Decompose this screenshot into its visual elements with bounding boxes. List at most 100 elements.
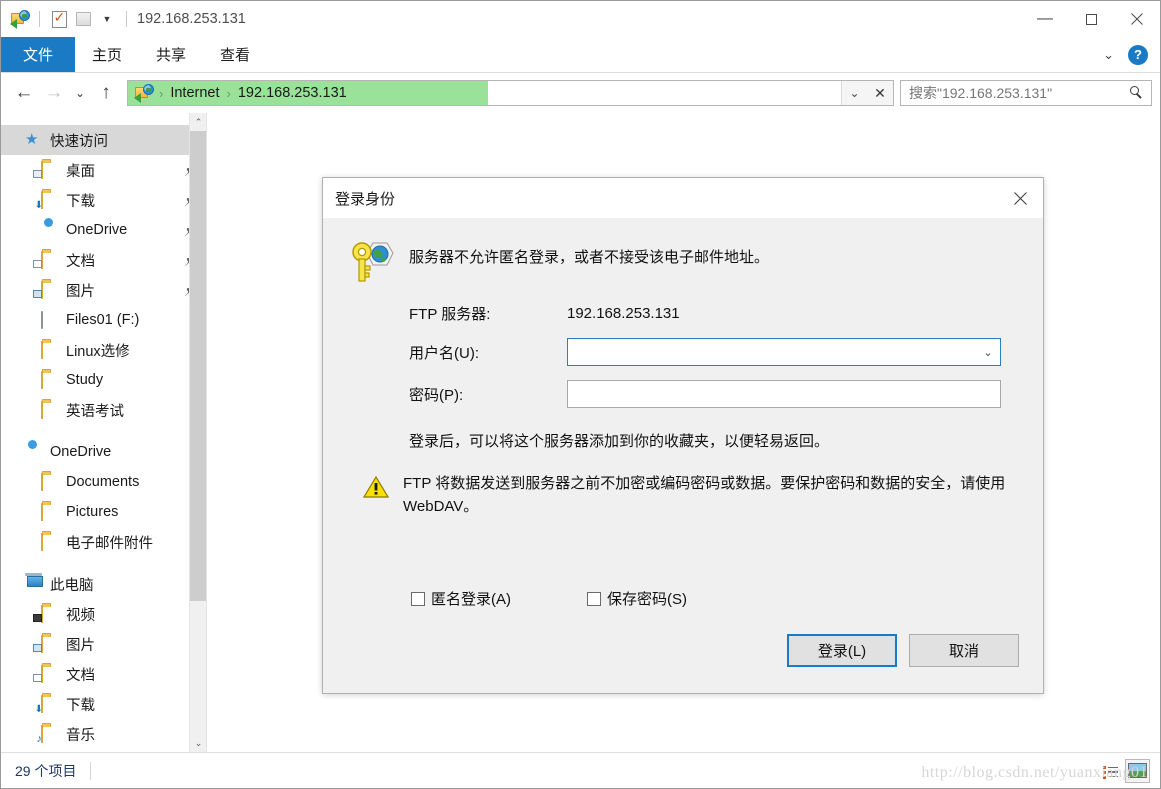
sidebar-item-2[interactable]: 下载📌 bbox=[1, 185, 206, 215]
sidebar-item-label: 电子邮件附件 bbox=[66, 535, 153, 552]
dialog-title: 登录身份 bbox=[335, 190, 396, 208]
sidebar-item-12[interactable]: Pictures bbox=[1, 497, 206, 527]
sidebar-item-17[interactable]: 文档 bbox=[1, 659, 206, 689]
sidebar-item-label: OneDrive bbox=[66, 222, 128, 238]
sidebar-list: ★ 快速访问桌面📌下载📌OneDrive📌文档📌图片📌 Files01 (F:) Li… bbox=[1, 125, 206, 749]
sidebar-item-0[interactable]: ★ 快速访问 bbox=[1, 125, 206, 155]
scroll-down-icon[interactable]: ⌄ bbox=[190, 734, 206, 752]
sidebar-item-16[interactable]: 图片 bbox=[1, 629, 206, 659]
checkbox-box[interactable] bbox=[587, 591, 601, 606]
scrollbar-thumb[interactable] bbox=[190, 131, 206, 601]
maximize-button[interactable] bbox=[1068, 1, 1114, 37]
anonymous-login-checkbox[interactable]: 匿名登录(A) bbox=[347, 588, 587, 609]
cancel-button[interactable]: 取消 bbox=[909, 634, 1019, 667]
help-icon[interactable]: ? bbox=[1128, 44, 1148, 65]
sidebar-scrollbar[interactable]: ⌃ ⌄ bbox=[189, 113, 206, 752]
folder-icon bbox=[41, 401, 59, 419]
scroll-up-icon[interactable]: ⌃ bbox=[190, 113, 206, 131]
server-value: 192.168.253.131 bbox=[567, 305, 680, 322]
address-dropdown-icon[interactable]: ⌄ bbox=[841, 81, 867, 105]
ribbon-tabs: 文件 主页 共享 查看 ⌄ ? bbox=[1, 37, 1160, 73]
new-folder-icon[interactable] bbox=[72, 8, 94, 30]
sidebar-item-7[interactable]: Linux选修 bbox=[1, 335, 206, 365]
details-view-icon[interactable] bbox=[1098, 759, 1123, 783]
breadcrumb-item-host[interactable]: 192.168.253.131 bbox=[235, 85, 350, 101]
sidebar-item-label: 音乐 bbox=[66, 727, 95, 744]
sidebar-item-label: 文档 bbox=[66, 667, 95, 684]
username-combobox[interactable]: ⌄ bbox=[567, 338, 1001, 366]
customize-dropdown-icon[interactable]: ▼ bbox=[96, 8, 118, 30]
window-title: 192.168.253.131 bbox=[137, 11, 246, 27]
sidebar-item-6[interactable]: Files01 (F:) bbox=[1, 305, 206, 335]
save-password-checkbox[interactable]: 保存密码(S) bbox=[587, 588, 687, 609]
password-row: 密码(P): bbox=[347, 380, 1019, 408]
up-button[interactable]: ↑ bbox=[91, 78, 121, 108]
folder-icon bbox=[41, 503, 59, 521]
sidebar-item-9[interactable]: 英语考试 bbox=[1, 395, 206, 425]
navigation-bar: ← → ⌄ ↑ › Internet › 192.168.253.131 ⌄ ✕… bbox=[1, 73, 1160, 113]
warning-triangle-icon bbox=[362, 475, 390, 499]
search-box[interactable]: 搜索"192.168.253.131" bbox=[900, 80, 1152, 106]
search-icon[interactable] bbox=[1129, 85, 1145, 101]
checkbox-box[interactable] bbox=[411, 591, 425, 606]
view-mode-buttons bbox=[1098, 758, 1160, 783]
divider bbox=[90, 761, 92, 780]
username-label: 用户名(U): bbox=[409, 344, 479, 362]
sidebar-item-label: 视频 bbox=[66, 607, 95, 624]
dialog-message-row: 服务器不允许匿名登录，或者不接受该电子邮件地址。 bbox=[347, 237, 1019, 285]
login-button[interactable]: 登录(L) bbox=[787, 634, 897, 667]
server-row: FTP 服务器: 192.168.253.131 bbox=[347, 303, 1019, 324]
cloud-icon bbox=[25, 444, 43, 460]
divider bbox=[39, 11, 40, 27]
password-field[interactable] bbox=[567, 380, 1001, 408]
folder-pictures-icon bbox=[33, 281, 59, 299]
sidebar-item-label: 桌面 bbox=[66, 163, 95, 180]
folder-download-icon bbox=[35, 695, 59, 715]
sidebar-item-1[interactable]: 桌面📌 bbox=[1, 155, 206, 185]
sidebar-item-4[interactable]: 文档📌 bbox=[1, 245, 206, 275]
forward-button: → bbox=[44, 82, 64, 103]
sidebar-item-5[interactable]: 图片📌 bbox=[1, 275, 206, 305]
sidebar-item-15[interactable]: 视频 bbox=[1, 599, 206, 629]
sidebar-item-13[interactable]: 电子邮件附件 bbox=[1, 527, 206, 557]
properties-icon[interactable] bbox=[48, 8, 70, 30]
sidebar-item-8[interactable]: Study bbox=[1, 365, 206, 395]
chevron-down-icon[interactable]: ⌄ bbox=[1099, 47, 1118, 63]
warning-row: FTP 将数据发送到服务器之前不加密或编码密码或数据。要保护密码和数据的安全，请… bbox=[347, 473, 1019, 518]
username-input[interactable] bbox=[568, 339, 976, 365]
recent-locations-icon[interactable]: ⌄ bbox=[69, 78, 91, 108]
tab-file[interactable]: 文件 bbox=[1, 37, 75, 72]
tab-share[interactable]: 共享 bbox=[139, 37, 203, 72]
chevron-down-icon[interactable]: ⌄ bbox=[976, 339, 1000, 365]
password-label: 密码(P): bbox=[409, 386, 464, 404]
breadcrumb: › Internet › 192.168.253.131 bbox=[128, 81, 350, 105]
warning-message: FTP 将数据发送到服务器之前不加密或编码密码或数据。要保护密码和数据的安全，请… bbox=[403, 475, 1006, 515]
folder-desktop-icon bbox=[33, 161, 59, 179]
sidebar-item-18[interactable]: 下载 bbox=[1, 689, 206, 719]
sidebar-item-10[interactable]: OneDrive bbox=[1, 437, 206, 467]
sidebar-item-14[interactable]: 此电脑 bbox=[1, 569, 206, 599]
folder-icon bbox=[41, 533, 59, 551]
minimize-button[interactable]: — bbox=[1022, 1, 1068, 37]
address-bar[interactable]: › Internet › 192.168.253.131 ⌄ ✕ bbox=[127, 80, 894, 106]
password-input[interactable] bbox=[568, 381, 1000, 407]
stop-loading-icon[interactable]: ✕ bbox=[867, 81, 893, 105]
sidebar-item-19[interactable]: 音乐 bbox=[1, 719, 206, 749]
sidebar-item-label: Documents bbox=[66, 474, 140, 490]
navigation-pane: ★ 快速访问桌面📌下载📌OneDrive📌文档📌图片📌 Files01 (F:) Li… bbox=[1, 113, 207, 752]
sidebar-item-3[interactable]: OneDrive📌 bbox=[1, 215, 206, 245]
dialog-close-button[interactable] bbox=[998, 178, 1043, 219]
favorites-hint: 登录后，可以将这个服务器添加到你的收藏夹，以便轻易返回。 bbox=[409, 433, 830, 450]
tab-home[interactable]: 主页 bbox=[75, 37, 139, 72]
back-button[interactable]: ← bbox=[9, 78, 39, 108]
status-bar: 29 个项目 bbox=[1, 752, 1160, 788]
file-explorer-window: ▼ 192.168.253.131 — 文件 主页 共享 查看 ⌄ ? ← → … bbox=[0, 0, 1161, 789]
tab-view[interactable]: 查看 bbox=[203, 37, 267, 72]
search-input[interactable]: 搜索"192.168.253.131" bbox=[909, 83, 1129, 103]
sidebar-item-label: 图片 bbox=[66, 637, 95, 654]
sidebar-item-11[interactable]: Documents bbox=[1, 467, 206, 497]
close-button[interactable] bbox=[1114, 1, 1160, 37]
large-icons-view-icon[interactable] bbox=[1125, 758, 1150, 783]
breadcrumb-item-internet[interactable]: Internet bbox=[167, 85, 222, 101]
